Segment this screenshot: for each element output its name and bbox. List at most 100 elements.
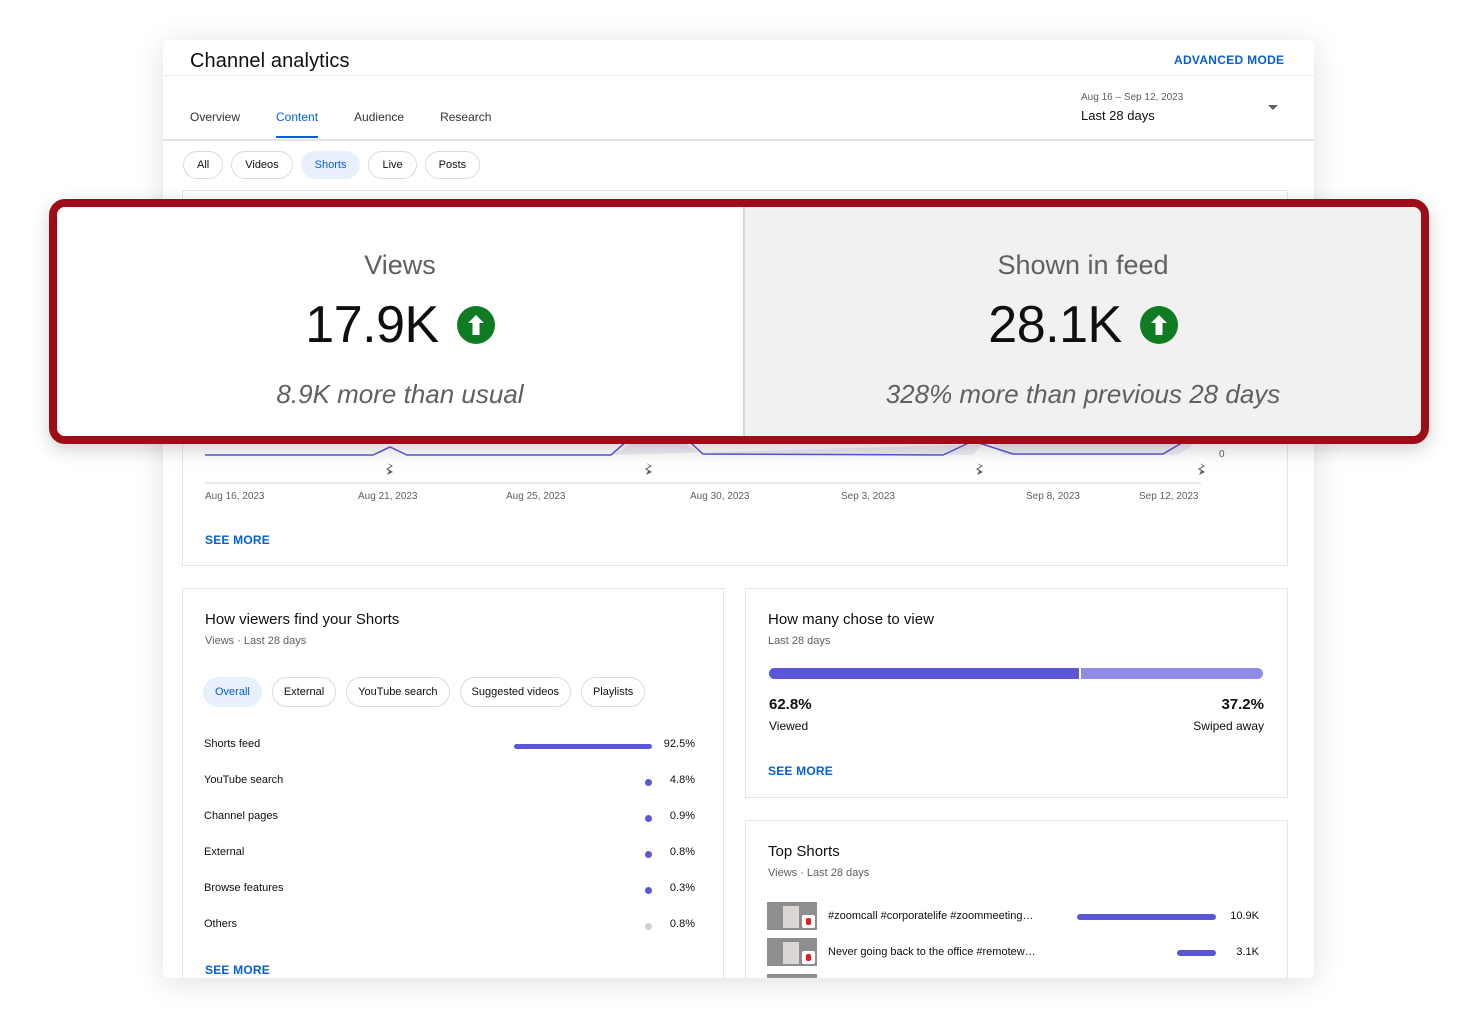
content-filter-chips: All Videos Shorts Live Posts: [183, 151, 488, 179]
short-thumbnail[interactable]: [767, 902, 817, 930]
traffic-source-name: Others: [204, 918, 238, 930]
traffic-source-value: 0.8%: [669, 846, 695, 858]
source-chip-overall[interactable]: Overall: [203, 677, 262, 707]
top-short-bar: [1177, 950, 1216, 956]
top-short-bar: [1077, 914, 1216, 920]
top-shorts-subtitle: Views · Last 28 days: [768, 867, 870, 879]
filter-chip-all[interactable]: All: [183, 151, 224, 179]
traffic-see-more-link[interactable]: SEE MORE: [205, 963, 270, 977]
arrow-up-icon: [456, 306, 495, 344]
views-metric-label: Views: [364, 250, 436, 280]
tab-overview[interactable]: Overview: [190, 110, 240, 138]
tab-research[interactable]: Research: [440, 110, 491, 138]
traffic-source-name: Browse features: [204, 882, 284, 894]
swiped-label: Swiped away: [1193, 719, 1264, 733]
short-thumbnail[interactable]: [767, 974, 817, 978]
shorts-icon: [1198, 463, 1205, 475]
chose-to-view-subtitle: Last 28 days: [768, 635, 831, 647]
chart-x-tick: Aug 30, 2023: [690, 491, 750, 502]
traffic-source-name: External: [204, 846, 245, 858]
chart-x-tick: Sep 8, 2023: [1026, 491, 1080, 502]
traffic-source-row: External 0.8%: [183, 843, 723, 863]
filter-chip-live[interactable]: Live: [368, 151, 417, 179]
chart-see-more-link[interactable]: SEE MORE: [205, 533, 270, 547]
top-short-title[interactable]: Never going back to the office #remotew…: [828, 946, 1053, 958]
viewed-vs-swiped-bar: [769, 668, 1263, 679]
shorts-icon: [386, 463, 393, 475]
traffic-source-dot: [645, 923, 652, 930]
thumbnail-figure: [783, 906, 799, 928]
chart-y-tick: 0: [1219, 449, 1225, 460]
traffic-source-value: 0.8%: [669, 918, 695, 930]
bar-separator: [1079, 668, 1081, 679]
shorts-logo-mark: [806, 954, 811, 961]
shown-in-feed-metric-panel[interactable]: Shown in feed 28.1K 328% more than previ…: [743, 207, 1421, 436]
top-short-row[interactable]: [767, 974, 1267, 978]
traffic-source-dot: [645, 851, 652, 858]
header-divider: [163, 75, 1314, 76]
chart-x-tick: Aug 16, 2023: [205, 491, 265, 502]
analytics-panel: Channel analytics ADVANCED MODE Overview…: [163, 40, 1314, 978]
traffic-source-dot: [645, 779, 652, 786]
date-period-label[interactable]: Last 28 days: [1081, 108, 1155, 123]
tab-audience[interactable]: Audience: [354, 110, 404, 138]
advanced-mode-link[interactable]: ADVANCED MODE: [1174, 53, 1284, 67]
shown-in-feed-note: 328% more than previous 28 days: [885, 379, 1281, 409]
chart-x-tick: Aug 25, 2023: [506, 491, 566, 502]
shown-in-feed-row: 28.1K: [745, 295, 1421, 355]
views-metric-note: 8.9K more than usual: [276, 379, 524, 409]
top-short-row[interactable]: Never going back to the office #remotew……: [767, 938, 1267, 966]
analytics-stage: Channel analytics ADVANCED MODE Overview…: [0, 0, 1477, 1035]
traffic-source-row: Others 0.8%: [183, 915, 723, 935]
traffic-source-row: Shorts feed 92.5%: [183, 735, 723, 755]
traffic-sources-subtitle: Views · Last 28 days: [205, 635, 307, 647]
traffic-source-row: Channel pages 0.9%: [183, 807, 723, 827]
top-short-title[interactable]: #zoomcall #corporatelife #zoommeeting…: [828, 910, 1053, 922]
filter-chip-videos[interactable]: Videos: [231, 151, 293, 179]
traffic-source-row: Browse features 0.3%: [183, 879, 723, 899]
views-metric-panel[interactable]: Views 17.9K 8.9K more than usual: [57, 207, 743, 436]
traffic-source-row: YouTube search 4.8%: [183, 771, 723, 791]
top-shorts-title: Top Shorts: [768, 843, 840, 860]
shorts-icon: [976, 463, 983, 475]
traffic-source-name: YouTube search: [204, 774, 284, 786]
arrow-up-icon: [1139, 306, 1178, 344]
source-chip-suggested-videos[interactable]: Suggested videos: [459, 677, 571, 707]
page-title: Channel analytics: [190, 50, 350, 72]
chart-x-tick: Aug 21, 2023: [358, 491, 418, 502]
traffic-source-name: Channel pages: [204, 810, 279, 822]
traffic-source-dot: [645, 887, 652, 894]
chevron-down-icon[interactable]: [1268, 105, 1278, 110]
traffic-source-name: Shorts feed: [204, 738, 261, 750]
tab-content[interactable]: Content: [276, 110, 319, 138]
filter-chip-posts[interactable]: Posts: [424, 151, 481, 179]
top-short-row[interactable]: #zoomcall #corporatelife #zoommeeting… 1…: [767, 902, 1267, 930]
source-chip-youtube-search[interactable]: YouTube search: [346, 677, 450, 707]
chose-to-view-card: How many chose to view Last 28 days 62.8…: [745, 588, 1288, 798]
shown-in-feed-value: 28.1K: [988, 296, 1122, 354]
filter-chip-shorts[interactable]: Shorts: [300, 151, 361, 179]
chose-to-view-title: How many chose to view: [768, 611, 934, 628]
traffic-source-dot: [645, 815, 652, 822]
traffic-sources-title: How viewers find your Shorts: [205, 611, 400, 628]
short-thumbnail[interactable]: [767, 938, 817, 966]
thumbnail-figure: [783, 942, 799, 964]
shorts-badge-icon: [802, 915, 815, 928]
shorts-logo-mark: [806, 918, 811, 925]
source-chip-external[interactable]: External: [271, 677, 337, 707]
swiped-percent: 37.2%: [1221, 696, 1264, 713]
views-metric-value: 17.9K: [305, 296, 439, 354]
traffic-source-value: 0.9%: [669, 810, 695, 822]
top-short-views: 3.1K: [1236, 946, 1259, 958]
shorts-icon: [645, 463, 652, 475]
tabs-divider: [163, 139, 1314, 141]
chose-to-view-see-more-link[interactable]: SEE MORE: [768, 764, 833, 778]
chart-x-tick: Sep 12, 2023: [1139, 491, 1199, 502]
traffic-source-value: 0.3%: [669, 882, 695, 894]
highlighted-metrics-callout: Views 17.9K 8.9K more than usual Shown i…: [49, 199, 1429, 444]
date-range-text[interactable]: Aug 16 – Sep 12, 2023: [1081, 92, 1183, 103]
top-short-views: 10.9K: [1230, 910, 1259, 922]
shorts-badge-icon: [802, 951, 815, 964]
tab-bar: Overview Content Audience Research: [190, 110, 527, 138]
source-chip-playlists[interactable]: Playlists: [580, 677, 646, 707]
